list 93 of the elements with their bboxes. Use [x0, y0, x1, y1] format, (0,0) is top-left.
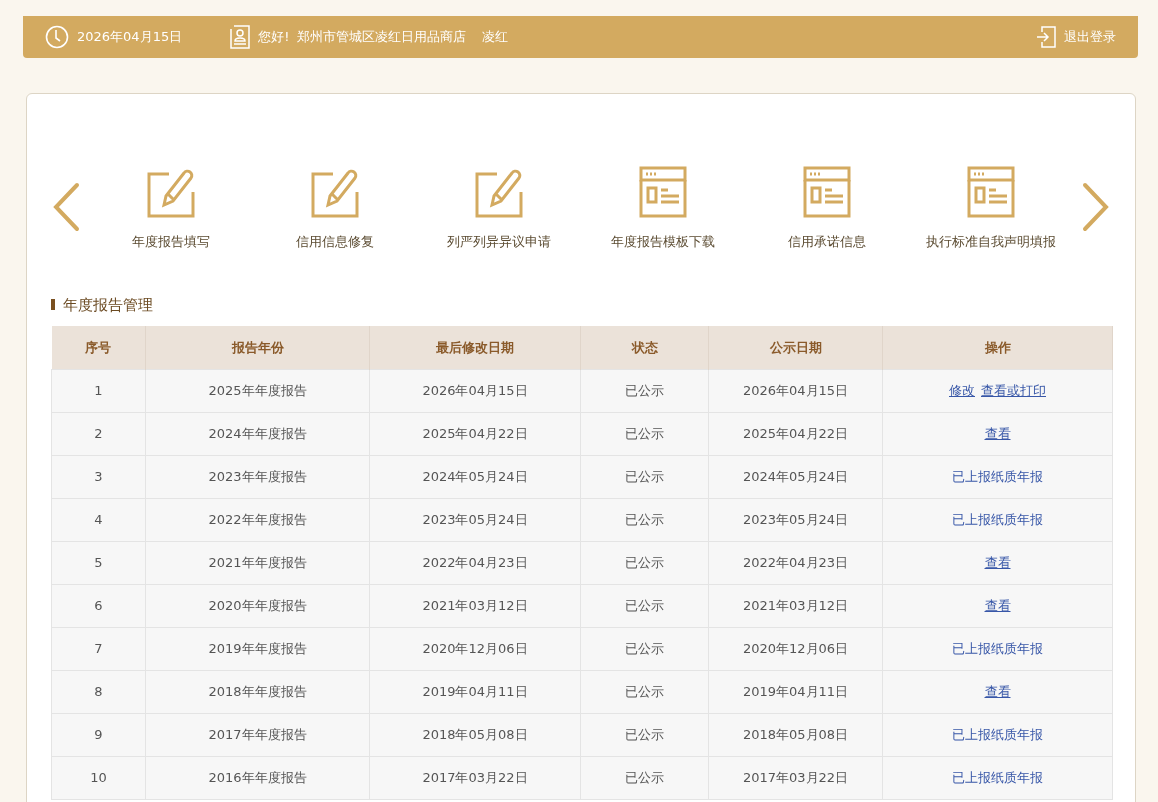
shortcut-label: 年度报告填写: [132, 233, 210, 251]
section-marker: [51, 299, 55, 311]
table-cell: 已公示: [580, 369, 709, 412]
company-name: 郑州市管城区凌红日用品商店: [297, 28, 467, 47]
shortcut-label: 年度报告模板下载: [611, 233, 715, 251]
action-link[interactable]: 查看: [984, 554, 1011, 570]
form-icon: [639, 166, 687, 218]
column-header: 操作: [882, 326, 1113, 369]
table-cell: 2022年04月23日: [369, 541, 581, 584]
column-header: 序号: [51, 326, 146, 369]
action-link[interactable]: 查看: [984, 597, 1011, 613]
action-status: 已上报纸质年报: [952, 769, 1043, 785]
user-card-icon: [230, 25, 251, 49]
form-icon: [803, 166, 851, 218]
action-link[interactable]: 查看或打印: [981, 382, 1046, 398]
action-link[interactable]: 查看: [984, 425, 1011, 441]
table-cell: 已公示: [580, 498, 709, 541]
table-cell: 已公示: [580, 455, 709, 498]
shortcut-tile[interactable]: 年度报告模板下载: [583, 166, 743, 252]
table-cell: 2025年04月22日: [369, 412, 581, 455]
table-cell: 2018年年度报告: [145, 670, 370, 713]
table-cell: 已公示: [580, 670, 709, 713]
table-cell: 2025年年度报告: [145, 369, 370, 412]
table-cell: 2024年05月24日: [708, 455, 883, 498]
table-cell: 2: [51, 412, 146, 455]
action-status: 已上报纸质年报: [952, 511, 1043, 527]
column-header: 最后修改日期: [369, 326, 581, 369]
shortcut-label: 执行标准自我声明填报: [926, 233, 1056, 251]
table-cell: 5: [51, 541, 146, 584]
table-cell: 2023年05月24日: [369, 498, 581, 541]
table-cell: 已公示: [580, 412, 709, 455]
table-cell: 2021年03月12日: [369, 584, 581, 627]
shortcut-tile[interactable]: 信用信息修复: [255, 166, 415, 252]
table-cell: 2023年05月24日: [708, 498, 883, 541]
table-cell: 2018年05月08日: [708, 713, 883, 756]
table-cell: 1: [51, 369, 146, 412]
table-cell: 已公示: [580, 713, 709, 756]
greeting: 您好!: [258, 28, 290, 47]
table-cell: 2017年03月22日: [708, 756, 883, 799]
table-cell: 已公示: [580, 541, 709, 584]
action-link[interactable]: 查看: [984, 683, 1011, 699]
shortcut-label: 信用信息修复: [296, 233, 374, 251]
logout-icon: [1036, 26, 1056, 48]
previous-arrow-icon[interactable]: [51, 182, 81, 232]
table-cell: 2021年03月12日: [708, 584, 883, 627]
table-cell: 2016年年度报告: [145, 756, 370, 799]
table-cell: 2022年年度报告: [145, 498, 370, 541]
table-cell: 已公示: [580, 756, 709, 799]
column-header: 公示日期: [708, 326, 883, 369]
user-name: 凌红: [482, 28, 509, 47]
table-cell: 2019年04月11日: [708, 670, 883, 713]
table-cell: 2017年03月22日: [369, 756, 581, 799]
table-cell: 2022年04月23日: [708, 541, 883, 584]
table-cell: 2025年04月22日: [708, 412, 883, 455]
table-cell: 9: [51, 713, 146, 756]
current-date: 2026年04月15日: [77, 28, 183, 47]
action-status: 已上报纸质年报: [952, 726, 1043, 742]
table-cell: 已公示: [580, 584, 709, 627]
shortcut-tile[interactable]: 执行标准自我声明填报: [911, 166, 1071, 252]
table-cell: 4: [51, 498, 146, 541]
table-cell: 2024年05月24日: [369, 455, 581, 498]
action-status: 已上报纸质年报: [952, 640, 1043, 656]
table-cell: 7: [51, 627, 146, 670]
table-cell: 2020年12月06日: [708, 627, 883, 670]
table-cell: 2019年04月11日: [369, 670, 581, 713]
table-cell: 10: [51, 756, 146, 799]
form-icon: [967, 166, 1015, 218]
shortcut-tile[interactable]: 年度报告填写: [91, 166, 251, 252]
column-header: 报告年份: [145, 326, 370, 369]
table-cell: 2020年年度报告: [145, 584, 370, 627]
table-cell: 2019年年度报告: [145, 627, 370, 670]
column-header: 状态: [580, 326, 709, 369]
table-cell: 3: [51, 455, 146, 498]
table-cell: 2018年05月08日: [369, 713, 581, 756]
table-cell: 2017年年度报告: [145, 713, 370, 756]
table-cell: 8: [51, 670, 146, 713]
table-cell: 2020年12月06日: [369, 627, 581, 670]
section-title: 年度报告管理: [63, 294, 153, 316]
shortcut-tile[interactable]: 列严列异异议申请: [419, 166, 579, 252]
action-link[interactable]: 修改: [949, 382, 975, 398]
shortcut-tile[interactable]: 信用承诺信息: [747, 166, 907, 252]
table-cell: 2023年年度报告: [145, 455, 370, 498]
table-cell: 6: [51, 584, 146, 627]
table-cell: 2021年年度报告: [145, 541, 370, 584]
table-cell: 2026年04月15日: [369, 369, 581, 412]
shortcut-label: 列严列异异议申请: [447, 233, 551, 251]
clock-icon: [45, 25, 69, 49]
table-cell: 已公示: [580, 627, 709, 670]
action-status: 已上报纸质年报: [952, 468, 1043, 484]
table-cell: 2024年年度报告: [145, 412, 370, 455]
next-arrow-icon[interactable]: [1081, 182, 1111, 232]
table-cell: 2026年04月15日: [708, 369, 883, 412]
shortcut-label: 信用承诺信息: [788, 233, 866, 251]
